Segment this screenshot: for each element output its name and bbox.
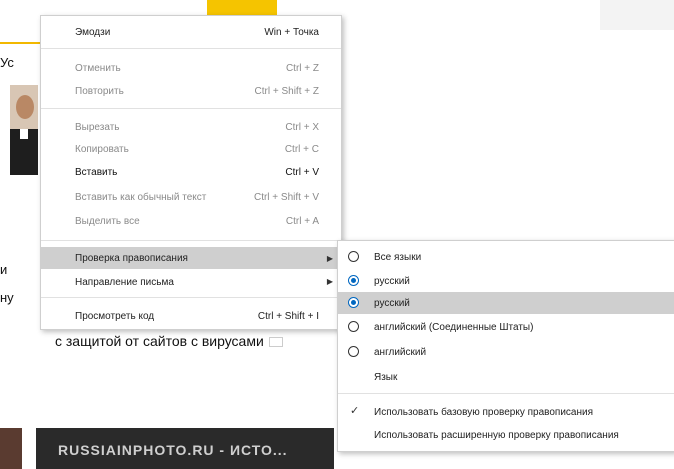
menu-item-emoji[interactable]: Эмодзи Win + Точка (41, 22, 341, 42)
menu-separator (41, 297, 341, 298)
submenu-item-russian-2[interactable]: русский (338, 292, 674, 314)
menu-item-shortcut: Ctrl + Shift + I (257, 311, 319, 322)
menu-item-redo[interactable]: Повторить Ctrl + Shift + Z (41, 81, 341, 101)
context-menu: Эмодзи Win + Точка Отменить Ctrl + Z Пов… (40, 15, 342, 330)
menu-item-label: Просмотреть код (75, 311, 155, 322)
menu-item-label: Эмодзи (75, 27, 111, 38)
submenu-item-label: английский (Соединенные Штаты) (374, 322, 534, 333)
menu-separator (338, 393, 674, 394)
menu-item-cut[interactable]: Вырезать Ctrl + X (41, 117, 341, 137)
submenu-item-english[interactable]: английский (338, 341, 674, 363)
submenu-item-basic-spellcheck[interactable]: ✓ Использовать базовую проверку правопис… (338, 401, 674, 423)
submenu-item-enhanced-spellcheck[interactable]: Использовать расширенную проверку правоп… (338, 424, 674, 446)
article-photo[interactable] (10, 85, 38, 175)
menu-item-shortcut: Ctrl + Z (285, 63, 319, 74)
menu-item-writing-direction[interactable]: Направление письма ▶ (41, 272, 341, 292)
news-card[interactable]: RUSSIAINPHOTO.RU - ИСТО... (36, 428, 334, 469)
photo-collar (20, 129, 28, 139)
submenu-arrow-icon: ▶ (326, 277, 333, 286)
menu-item-shortcut: Ctrl + X (285, 122, 319, 133)
submenu-item-label: русский (374, 276, 410, 287)
submenu-item-label: русский (374, 298, 410, 309)
news-card-thumb[interactable] (0, 428, 22, 469)
page-text-fragment: Ус (0, 55, 14, 70)
radio-icon (348, 346, 359, 357)
banner-text: с защитой от сайтов с вирусами (55, 333, 264, 349)
menu-item-shortcut: Ctrl + C (284, 144, 319, 155)
submenu-item-label: Использовать расширенную проверку правоп… (374, 430, 619, 441)
news-card-title: RUSSIAINPHOTO.RU - ИСТО... (58, 442, 288, 458)
checkmark-icon: ✓ (350, 405, 360, 417)
menu-item-spellcheck[interactable]: Проверка правописания ▶ (41, 247, 341, 269)
submenu-item-label: английский (374, 347, 427, 358)
menu-item-shortcut: Ctrl + A (285, 216, 319, 227)
radio-selected-icon (348, 297, 359, 308)
menu-separator (41, 108, 341, 109)
menu-item-label: Повторить (75, 86, 124, 97)
menu-item-label: Копировать (75, 144, 129, 155)
menu-item-undo[interactable]: Отменить Ctrl + Z (41, 58, 341, 78)
menu-separator (41, 240, 341, 241)
menu-item-label: Выделить все (75, 216, 140, 227)
menu-item-label: Вставить как обычный текст (75, 192, 207, 203)
submenu-item-english-us[interactable]: английский (Соединенные Штаты) (338, 316, 674, 338)
submenu-item-label: Все языки (374, 252, 422, 263)
ad-marker-icon (268, 337, 283, 348)
menu-item-label: Отменить (75, 63, 121, 74)
submenu-arrow-icon: ▶ (326, 254, 333, 263)
menu-item-label: Вставить (75, 167, 118, 178)
menu-item-copy[interactable]: Копировать Ctrl + C (41, 139, 341, 159)
menu-item-shortcut: Ctrl + Shift + Z (254, 86, 319, 97)
spellcheck-submenu: Все языки русский русский английский (Со… (337, 240, 674, 452)
menu-item-shortcut: Ctrl + V (285, 167, 319, 178)
radio-icon (348, 321, 359, 332)
radio-icon (348, 251, 359, 262)
menu-item-paste-plain[interactable]: Вставить как обычный текст Ctrl + Shift … (41, 187, 341, 207)
header-right-area (600, 0, 674, 30)
photo-face (16, 95, 34, 119)
menu-item-paste[interactable]: Вставить Ctrl + V (41, 162, 341, 182)
menu-item-label: Направление письма (75, 277, 174, 288)
menu-item-label: Проверка правописания (75, 253, 188, 264)
radio-selected-icon (348, 275, 359, 286)
menu-item-shortcut: Ctrl + Shift + V (253, 192, 319, 203)
submenu-item-language[interactable]: Язык (338, 366, 674, 388)
menu-item-shortcut: Win + Точка (264, 27, 319, 38)
submenu-item-label: Язык (374, 372, 398, 383)
menu-item-label: Вырезать (75, 122, 120, 133)
page-text-fragment: и (0, 262, 8, 277)
submenu-item-label: Использовать базовую проверку правописан… (374, 407, 593, 418)
menu-separator (41, 48, 341, 49)
submenu-item-all-languages[interactable]: Все языки (338, 246, 674, 268)
menu-item-inspect[interactable]: Просмотреть код Ctrl + Shift + I (41, 306, 341, 326)
submenu-item-russian[interactable]: русский (338, 270, 674, 292)
menu-item-select-all[interactable]: Выделить все Ctrl + A (41, 211, 341, 231)
page-text-fragment: ну (0, 290, 14, 305)
page-banner-text: с защитой от сайтов с вирусами (0, 333, 283, 351)
